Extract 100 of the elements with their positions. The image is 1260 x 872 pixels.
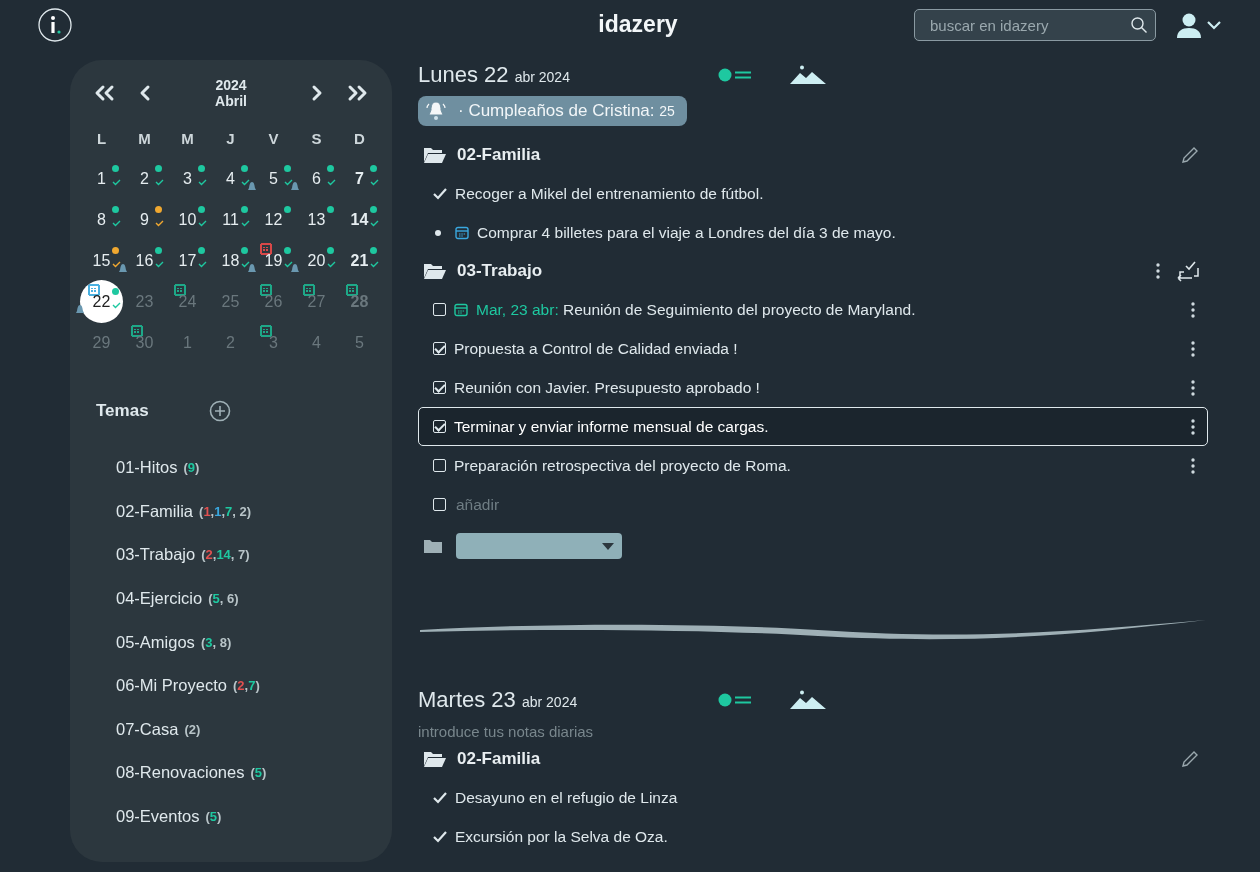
more-icon[interactable] <box>1156 263 1160 279</box>
calendar-day[interactable]: 19 <box>252 240 295 281</box>
task-row[interactable]: Propuesta a Control de Calidad enviada ! <box>418 329 1208 368</box>
edit-icon[interactable] <box>1180 749 1200 769</box>
topic-item[interactable]: 09-Eventos <box>116 807 200 827</box>
check-icon <box>433 791 447 804</box>
calendar-day[interactable]: 20 <box>295 240 338 281</box>
bullet-icon <box>435 229 441 236</box>
weekday-label: S <box>311 129 322 147</box>
check-icon <box>198 220 207 227</box>
folder-icon <box>424 539 442 553</box>
topic-count: (5, 6) <box>208 591 239 607</box>
user-icon[interactable] <box>1176 12 1202 38</box>
more-icon[interactable] <box>1191 301 1195 318</box>
check-icon <box>112 261 121 268</box>
task-row-focused[interactable]: Terminar y enviar informe mensual de cargas. <box>418 407 1208 446</box>
calendar-day[interactable]: 3 <box>166 158 209 199</box>
calendar-icon <box>455 225 469 240</box>
task-text: Propuesta a Control de Calidad enviada ! <box>454 339 739 358</box>
topic-item[interactable]: 02-Familia <box>116 501 194 521</box>
calendar-year: 2024 <box>215 77 247 93</box>
chevron-left-icon[interactable] <box>138 84 151 102</box>
task-checkbox[interactable] <box>433 381 446 394</box>
calendar-month: Abril <box>215 93 247 109</box>
info-logo-icon[interactable] <box>38 8 72 42</box>
task-row[interactable]: Mar, 23 abr: Reunión de Seguimiento del proyecto de Maryland. <box>418 290 1208 329</box>
note-text: Comprar 4 billetes para el viaje a Londres del día 3 de mayo. <box>477 223 897 242</box>
calendar-day[interactable]: 11 <box>209 199 252 240</box>
check-icon <box>198 179 207 186</box>
calendar-day[interactable]: 4 <box>209 158 252 199</box>
list-view-icon[interactable] <box>718 68 752 82</box>
search-field[interactable]: buscar en idazery <box>914 9 1156 41</box>
caret-icon <box>602 542 614 550</box>
day-title: Martes 23 abr 2024 <box>418 687 579 713</box>
task-checkbox[interactable] <box>433 303 446 316</box>
check-icon <box>112 220 121 227</box>
calendar-day[interactable]: 9 <box>123 199 166 240</box>
more-icon[interactable] <box>1191 340 1195 357</box>
folder-icon <box>423 750 447 768</box>
check-sort-icon[interactable] <box>1176 260 1200 282</box>
calendar-day[interactable]: 16 <box>123 240 166 281</box>
daily-notes-placeholder[interactable]: introduce tus notas diarias <box>418 723 1208 740</box>
check-icon <box>112 179 121 186</box>
search-icon[interactable] <box>1130 16 1148 34</box>
task-checkbox[interactable] <box>433 342 446 355</box>
list-view-icon[interactable] <box>718 693 752 707</box>
topic-count: (3, 8) <box>200 634 232 650</box>
weekday-label: V <box>268 129 279 147</box>
calendar-day[interactable]: 17 <box>166 240 209 281</box>
more-icon[interactable] <box>1191 379 1195 396</box>
more-icon[interactable] <box>1191 418 1195 435</box>
calendar-day[interactable]: 8 <box>80 199 123 240</box>
weekday-label: L <box>96 129 107 147</box>
check-icon <box>112 302 121 309</box>
more-icon[interactable] <box>1191 457 1195 474</box>
calendar-day[interactable]: 18 <box>209 240 252 281</box>
calendar-day[interactable]: 6 <box>295 158 338 199</box>
calendar-day[interactable]: 10 <box>166 199 209 240</box>
mountain-icon[interactable] <box>790 65 826 85</box>
topics-title: Temas <box>96 401 149 421</box>
bell-icon <box>290 181 300 191</box>
topic-item[interactable]: 06-Mi Proyecto <box>116 676 227 696</box>
weekday-label: D <box>354 129 365 147</box>
chevron-down-icon[interactable] <box>1206 20 1222 30</box>
check-icon <box>241 179 250 186</box>
topic-item[interactable]: 05-Amigos <box>116 632 195 652</box>
task-row[interactable]: Reunión con Javier. Presupuesto aprobado ! <box>418 368 1208 407</box>
app-logo[interactable]: idazery <box>598 10 678 40</box>
weekday-label: M <box>138 129 151 147</box>
calendar-day[interactable]: 15 <box>80 240 123 281</box>
task-checkbox[interactable] <box>433 459 446 472</box>
calendar-day[interactable]: 22 <box>80 281 123 322</box>
chevron-right-icon[interactable] <box>311 84 324 102</box>
add-task-field[interactable]: añadir <box>454 494 1207 515</box>
calendar-day[interactable]: 12 <box>252 199 295 240</box>
task-checkbox[interactable] <box>433 498 446 511</box>
topic-item[interactable]: 07-Casa <box>116 719 179 739</box>
task-date: Mar, 23 abr: <box>476 300 559 318</box>
calendar-day[interactable]: 13 <box>295 199 338 240</box>
topic-item[interactable]: 04-Ejercicio <box>116 589 203 609</box>
mountain-icon[interactable] <box>790 690 826 710</box>
calendar-day[interactable]: 7 <box>338 158 381 199</box>
bell-icon <box>290 263 300 273</box>
task-checkbox[interactable] <box>433 420 446 433</box>
calendar-day[interactable]: 5 <box>252 158 295 199</box>
calendar-day[interactable]: 2 <box>123 158 166 199</box>
topic-count: (5) <box>205 809 222 825</box>
check-icon <box>370 179 379 186</box>
add-circle-icon[interactable] <box>208 400 231 422</box>
calendar-day[interactable]: 21 <box>338 240 381 281</box>
folder-icon <box>423 146 447 164</box>
calendar-day[interactable]: 14 <box>338 199 381 240</box>
check-icon <box>370 220 379 227</box>
topic-item[interactable]: 08-Renovaciones <box>116 763 245 783</box>
calendar-day[interactable]: 1 <box>80 158 123 199</box>
topic-count: (2) <box>184 721 201 737</box>
edit-icon[interactable] <box>1180 145 1200 165</box>
task-row[interactable]: Preparación retrospectiva del proyecto de Roma. <box>418 446 1208 485</box>
topic-item[interactable]: 03-Trabajo <box>116 545 196 565</box>
topic-item[interactable]: 01-Hitos <box>116 458 178 478</box>
